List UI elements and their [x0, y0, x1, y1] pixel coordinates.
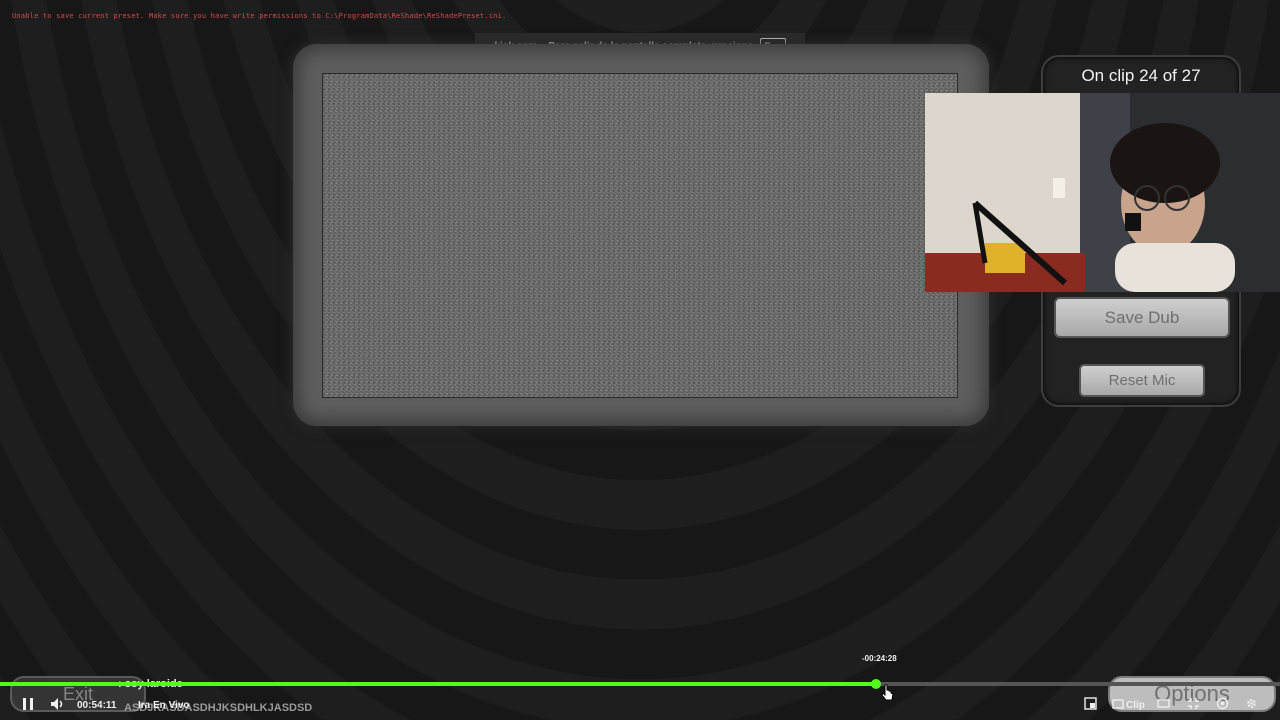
- clip-button[interactable]: Clip: [1126, 700, 1145, 711]
- go-live-label[interactable]: Ira En Vivo: [138, 700, 190, 711]
- volume-icon[interactable]: [50, 697, 64, 711]
- progress-bar[interactable]: [0, 679, 1280, 689]
- quality-icon[interactable]: [1216, 697, 1229, 710]
- webcam-overlay: [925, 93, 1280, 292]
- save-dub-button[interactable]: Save Dub: [1054, 297, 1230, 338]
- hover-time-tooltip: -00:24:28: [862, 654, 897, 663]
- tv-static-screen: [322, 73, 958, 398]
- elapsed-time: 00:54:11: [77, 700, 117, 711]
- miniplayer-icon[interactable]: [1084, 697, 1097, 710]
- pause-icon[interactable]: [22, 697, 34, 711]
- clip-icon[interactable]: [1112, 697, 1124, 710]
- settings-gear-icon[interactable]: [1245, 697, 1258, 710]
- progress-fill: [0, 682, 876, 686]
- reset-mic-button[interactable]: Reset Mic: [1079, 364, 1205, 397]
- progress-thumb[interactable]: [870, 679, 881, 689]
- fullscreen-exit-icon[interactable]: [1187, 697, 1200, 710]
- clip-counter: On clip 24 of 27: [1081, 66, 1201, 85]
- theater-mode-icon[interactable]: [1157, 697, 1170, 710]
- reshade-warning: Unable to save current preset. Make sure…: [12, 12, 507, 20]
- mouse-cursor-icon: [881, 684, 894, 701]
